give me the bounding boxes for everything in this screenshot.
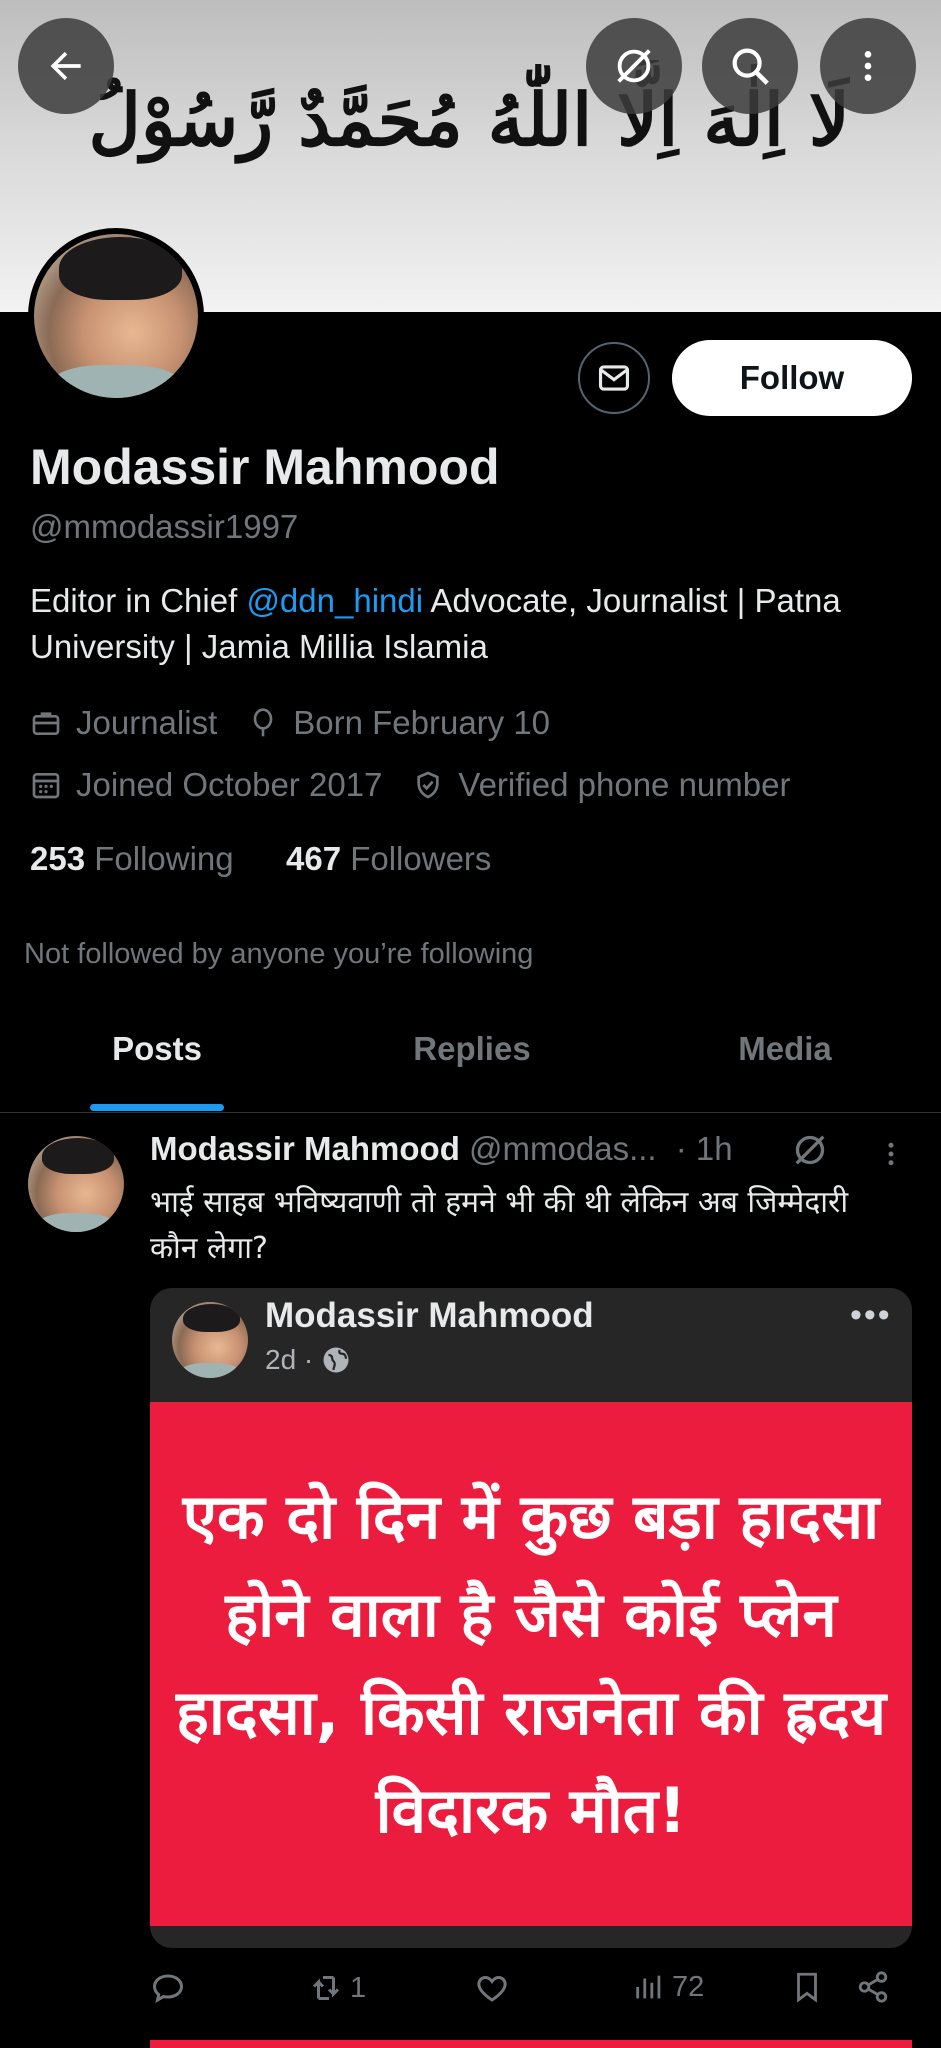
card-author-avatar — [172, 1302, 248, 1378]
search-icon — [732, 48, 769, 85]
arrow-left-icon — [50, 51, 81, 81]
tab-posts[interactable]: Posts — [40, 1030, 274, 1068]
profession-item: Journalist — [30, 704, 217, 742]
reply-icon — [152, 1974, 184, 2003]
back-button[interactable] — [18, 18, 114, 114]
grok-button[interactable] — [586, 18, 682, 114]
calendar-icon — [30, 769, 62, 801]
card-age: 2d · — [265, 1344, 314, 1375]
card-image: एक दो दिन में कुछ बड़ा हादसा होने वाला ह… — [150, 1402, 912, 1926]
active-tab-indicator — [90, 1104, 224, 1111]
more-button[interactable] — [820, 18, 916, 114]
followers-label: Followers — [350, 840, 492, 877]
post-author-handle[interactable]: @mmodas... — [469, 1130, 657, 1167]
bookmark-icon — [797, 1972, 817, 2003]
post-author-avatar[interactable] — [28, 1136, 124, 1232]
like-button[interactable] — [474, 1970, 516, 2006]
tab-replies[interactable]: Replies — [352, 1030, 592, 1068]
grok-icon — [795, 1135, 825, 1165]
avatar-photo — [34, 234, 198, 398]
shield-check-icon — [412, 769, 444, 801]
post-image-card[interactable]: Modassir Mahmood 2d · ••• एक दो दिन में … — [150, 1288, 912, 1948]
post-header: Modassir Mahmood @mmodas... · 1h — [150, 1130, 733, 1168]
balloon-icon — [247, 707, 279, 739]
post-time[interactable]: · 1h — [676, 1130, 733, 1167]
profile-meta-row-2: Joined October 2017 Verified phone numbe… — [30, 766, 820, 804]
repost-count: 1 — [350, 1971, 367, 2004]
card-meta: 2d · — [265, 1344, 351, 1376]
bio-mention-link[interactable]: @ddn_hindi — [246, 582, 423, 619]
profile-bio: Editor in Chief @ddn_hindi Advocate, Jou… — [30, 578, 910, 670]
envelope-icon — [598, 365, 630, 391]
card-image-text: एक दो दिन में कुछ बड़ा हादसा होने वाला ह… — [175, 1480, 887, 1847]
bar-chart-icon — [636, 1975, 661, 1999]
follow-stats: 253 Following 467 Followers — [30, 840, 491, 878]
following-count: 253 — [30, 840, 86, 877]
profile-avatar[interactable] — [28, 228, 204, 404]
birthday-text: Born February 10 — [293, 704, 551, 741]
verified-text: Verified phone number — [458, 766, 791, 803]
follow-button[interactable]: Follow — [672, 340, 912, 416]
profession-text: Journalist — [76, 704, 218, 741]
verified-item: Verified phone number — [412, 766, 790, 804]
card-more-icon: ••• — [850, 1296, 892, 1334]
display-name: Modassir Mahmood — [30, 439, 500, 495]
next-post-preview — [150, 2040, 912, 2048]
followers-link[interactable]: 467 Followers — [286, 840, 491, 877]
post-text: भाई साहब भविष्यवाणी तो हमने भी की थी लेक… — [150, 1185, 849, 1266]
profile-meta-row-1: Journalist Born February 10 — [30, 704, 580, 742]
bio-text-start: Editor in Chief — [30, 582, 247, 619]
briefcase-icon — [30, 707, 62, 739]
views-button[interactable]: 72 — [632, 1970, 704, 2004]
views-count: 72 — [672, 1970, 705, 2003]
post-more-button[interactable] — [876, 1136, 906, 1177]
tab-divider — [0, 1112, 941, 1113]
post-actions: 1 72 — [150, 1970, 910, 2020]
post-grok-button[interactable] — [790, 1130, 830, 1175]
post-author-name[interactable]: Modassir Mahmood — [150, 1130, 460, 1167]
repost-button[interactable]: 1 — [308, 1970, 366, 2006]
bookmark-button[interactable] — [790, 1970, 824, 2004]
grok-icon — [617, 49, 651, 83]
joined-item: Joined October 2017 — [30, 766, 382, 804]
search-button[interactable] — [702, 18, 798, 114]
heart-icon — [477, 1975, 507, 2002]
share-icon — [858, 1971, 888, 2003]
more-vertical-icon — [888, 1142, 894, 1166]
message-button[interactable] — [578, 342, 650, 414]
share-button[interactable] — [856, 1970, 890, 2004]
profile-handle: @mmodassir1997 — [30, 508, 299, 545]
card-author-name: Modassir Mahmood — [265, 1296, 594, 1335]
tab-media[interactable]: Media — [665, 1030, 905, 1068]
following-link[interactable]: 253 Following — [30, 840, 234, 877]
followers-count: 467 — [285, 840, 342, 877]
following-label: Following — [94, 840, 234, 877]
not-followed-notice: Not followed by anyone you’re following — [24, 938, 534, 970]
globe-icon — [323, 1347, 349, 1373]
more-vertical-icon — [864, 51, 872, 81]
birthday-item: Born February 10 — [247, 704, 550, 742]
reply-button[interactable] — [150, 1970, 192, 2006]
joined-text: Joined October 2017 — [76, 766, 383, 803]
repost-icon — [312, 1976, 340, 2000]
